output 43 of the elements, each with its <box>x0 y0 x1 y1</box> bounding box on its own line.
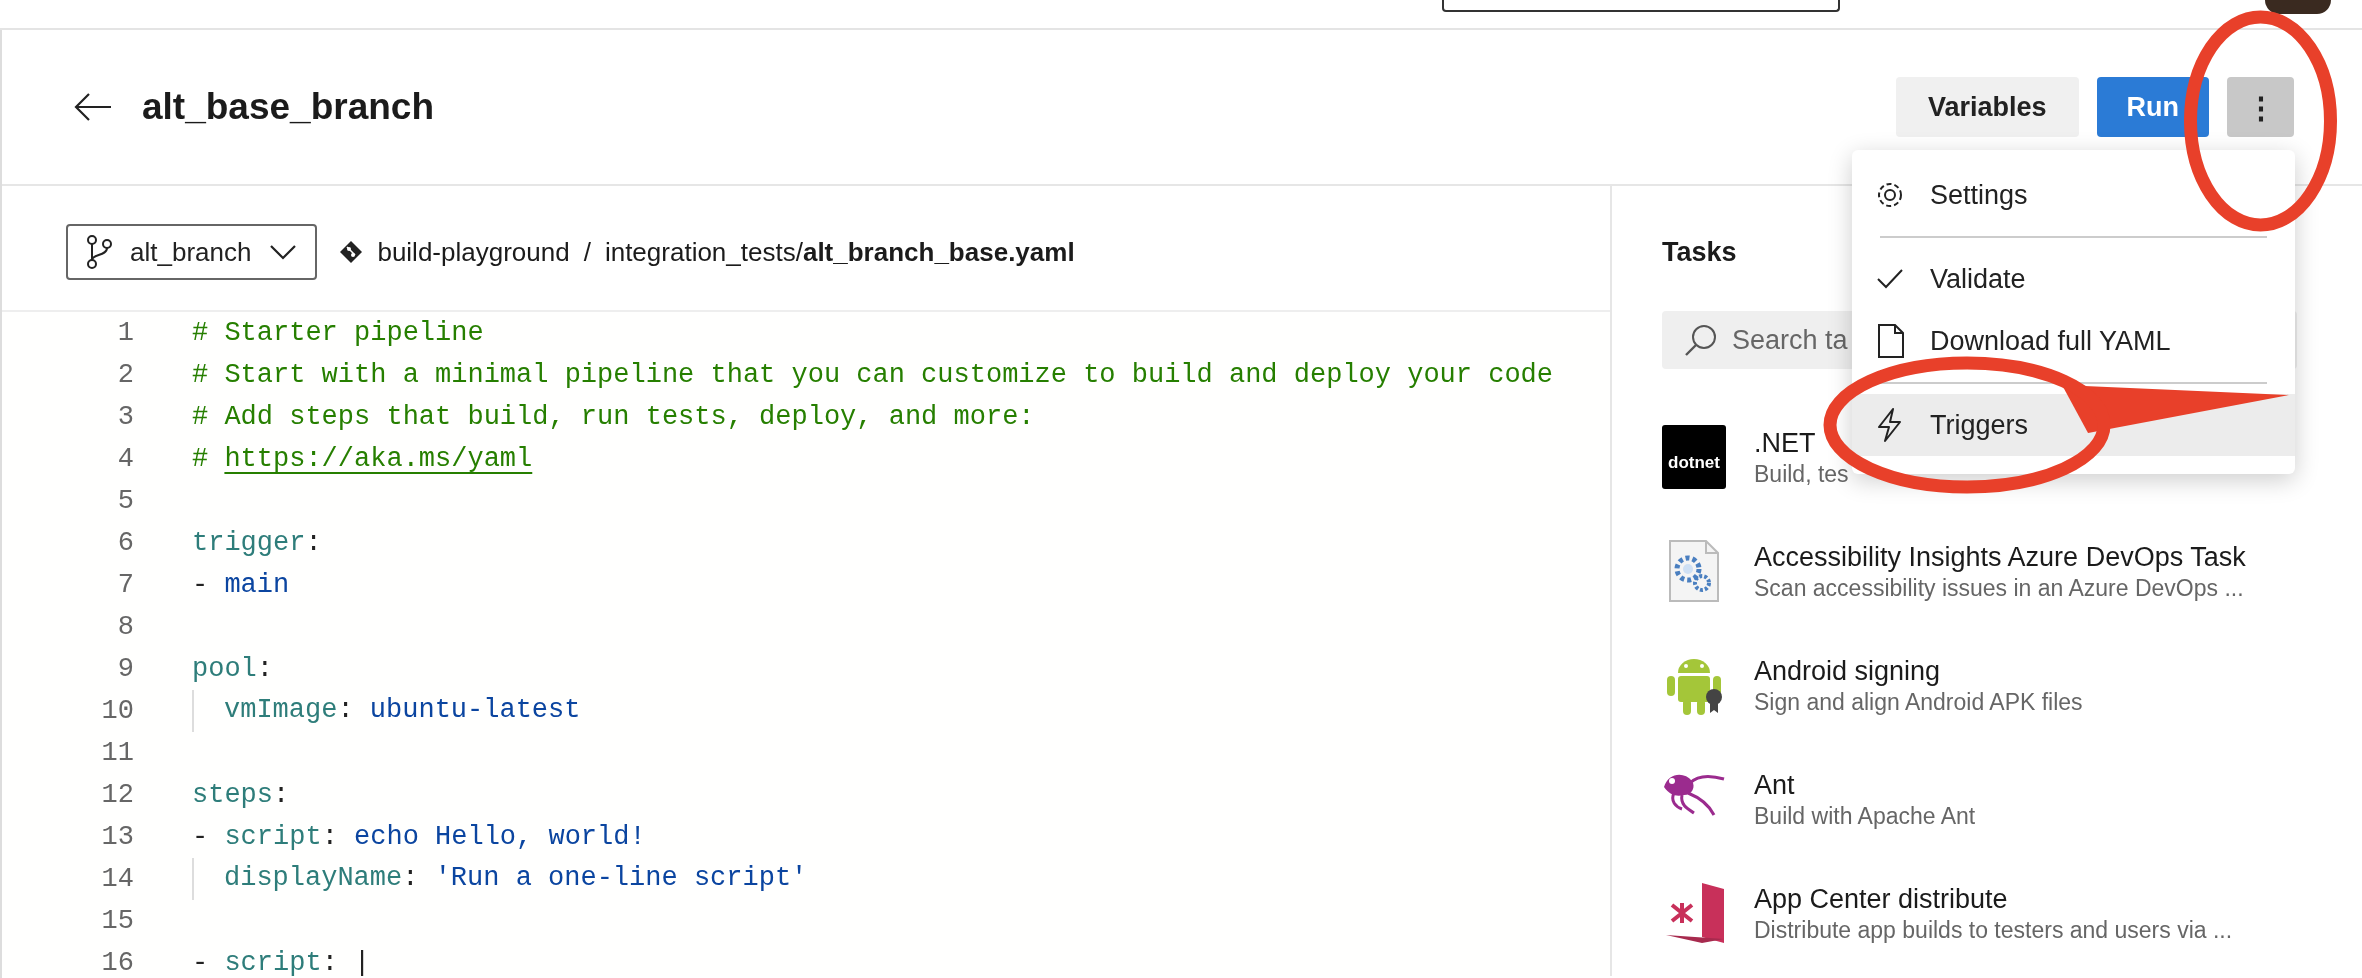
code-line: displayName: 'Run a one-line script' <box>192 858 808 900</box>
task-description: Build, tes <box>1754 459 1849 489</box>
section-heading: Tasks <box>1662 236 1738 269</box>
line-number: 14 <box>100 862 134 896</box>
line-number: 11 <box>100 736 134 770</box>
line-number: 5 <box>116 484 134 518</box>
task-description: Distribute app builds to testers and users via ... <box>1754 915 2233 945</box>
line-number: 1 <box>116 316 134 350</box>
line-number: 3 <box>116 400 134 434</box>
code-line: vmImage: ubuntu-latest <box>192 690 581 732</box>
line-number: 7 <box>116 568 134 602</box>
code-line: - script: | <box>192 946 371 976</box>
code-line: - script: echo Hello, world! <box>192 820 646 854</box>
line-number: 10 <box>100 694 134 728</box>
line-number: 2 <box>116 358 134 392</box>
task-description: Build with Apache Ant <box>1754 801 1976 831</box>
code-line: # Starter pipeline <box>192 316 484 350</box>
line-number: 13 <box>100 820 134 854</box>
line-number: 6 <box>116 526 134 560</box>
line-number: 4 <box>116 442 134 476</box>
code-line: - main <box>192 568 290 602</box>
task-description: Sign and align Android APK files <box>1754 687 2083 717</box>
file-path: integration_tests/alt_branch_base.yaml <box>604 235 1075 269</box>
code-line: # https://aka.ms/yaml <box>192 442 533 476</box>
line-number: 12 <box>100 778 134 812</box>
line-number: 8 <box>116 610 134 644</box>
task-title: Accessibility Insights Azure DevOps Task <box>1754 540 2246 574</box>
code-line: steps: <box>192 778 290 812</box>
code-line: trigger: <box>192 526 322 560</box>
task-description: Scan accessibility issues in an Azure DevOps ... <box>1754 573 2245 603</box>
page-title: alt_base_branch <box>142 84 435 129</box>
code-line: pool: <box>192 652 273 686</box>
task-title: .NET <box>1754 426 1817 460</box>
line-number: 9 <box>116 652 134 686</box>
line-number: 15 <box>100 904 134 938</box>
path-separator: / <box>583 235 591 269</box>
task-title: Ant <box>1754 768 1796 802</box>
code-line: # Add steps that build, run tests, deploy, and more: <box>192 400 1035 434</box>
code-line: # Start with a minimal pipeline that you can customize to build and deploy your code <box>192 358 1554 392</box>
task-title: Android signing <box>1754 654 1942 688</box>
task-title: App Center distribute <box>1754 882 2009 916</box>
line-number: 16 <box>100 946 134 976</box>
dotnet-logo: dotnet <box>1662 425 1726 490</box>
